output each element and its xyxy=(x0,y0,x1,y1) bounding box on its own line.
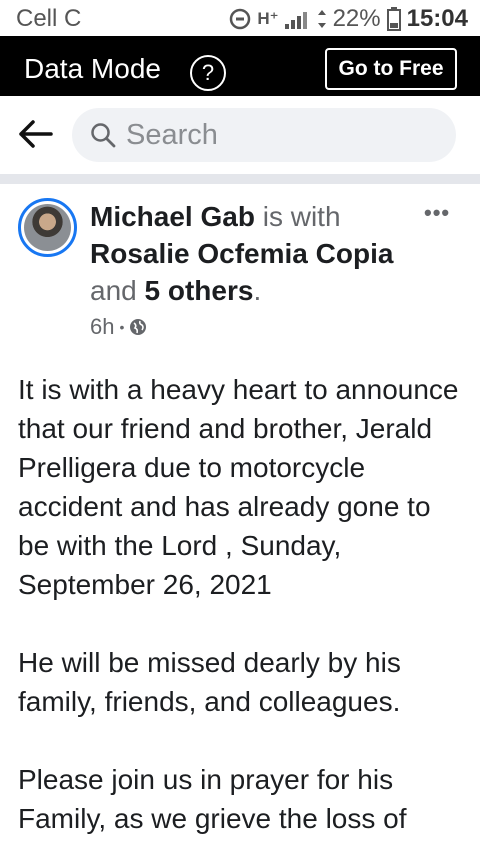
status-icons: H⁺ 22% 15:04 xyxy=(229,5,468,33)
meta-separator: • xyxy=(119,319,125,335)
section-divider xyxy=(0,174,480,184)
more-options-icon[interactable]: ••• xyxy=(424,200,450,226)
data-mode-title: Data Mode xyxy=(24,53,161,84)
search-placeholder: Search xyxy=(126,118,218,151)
search-header: Search xyxy=(0,96,480,174)
post-paragraph: It is with a heavy heart to announce tha… xyxy=(18,374,459,600)
post-paragraph: He will be missed dearly by his family, … xyxy=(18,647,401,717)
go-to-free-button[interactable]: Go to Free xyxy=(325,48,457,90)
battery-icon xyxy=(386,7,401,31)
post-meta: 6h • xyxy=(90,314,147,340)
network-type: H⁺ xyxy=(257,9,279,28)
data-mode-bar: Data Mode ? Go to Free xyxy=(0,36,480,96)
signal-icon xyxy=(284,9,311,29)
and-text: and xyxy=(90,275,137,306)
data-saver-icon xyxy=(229,8,251,30)
back-arrow-icon[interactable] xyxy=(18,118,54,150)
post-text: It is with a heavy heart to announce tha… xyxy=(18,370,468,854)
profile-photo xyxy=(24,204,71,251)
tagged-name[interactable]: Rosalie Ocfemia Copia xyxy=(90,238,393,269)
period-text: . xyxy=(253,275,262,306)
author-name[interactable]: Michael Gab xyxy=(90,201,255,232)
data-transfer-icon xyxy=(317,9,327,29)
post-time[interactable]: 6h xyxy=(90,314,114,340)
clock-time: 15:04 xyxy=(406,5,468,32)
carrier-name: Cell C xyxy=(16,5,82,32)
battery-percent: 22% xyxy=(332,5,381,32)
post-paragraph: Please join us in prayer for his Family,… xyxy=(18,764,407,834)
avatar[interactable] xyxy=(18,198,77,257)
help-button[interactable]: ? xyxy=(190,55,226,91)
is-with-text: is with xyxy=(262,201,341,232)
post-header: Michael Gab is with Rosalie Ocfemia Copi… xyxy=(90,198,410,309)
search-icon xyxy=(90,122,116,148)
others-link[interactable]: 5 others xyxy=(145,275,254,306)
globe-icon[interactable] xyxy=(129,318,147,336)
search-input[interactable]: Search xyxy=(72,108,456,162)
status-bar: Cell C H⁺ 22% 15:04 xyxy=(0,0,480,36)
